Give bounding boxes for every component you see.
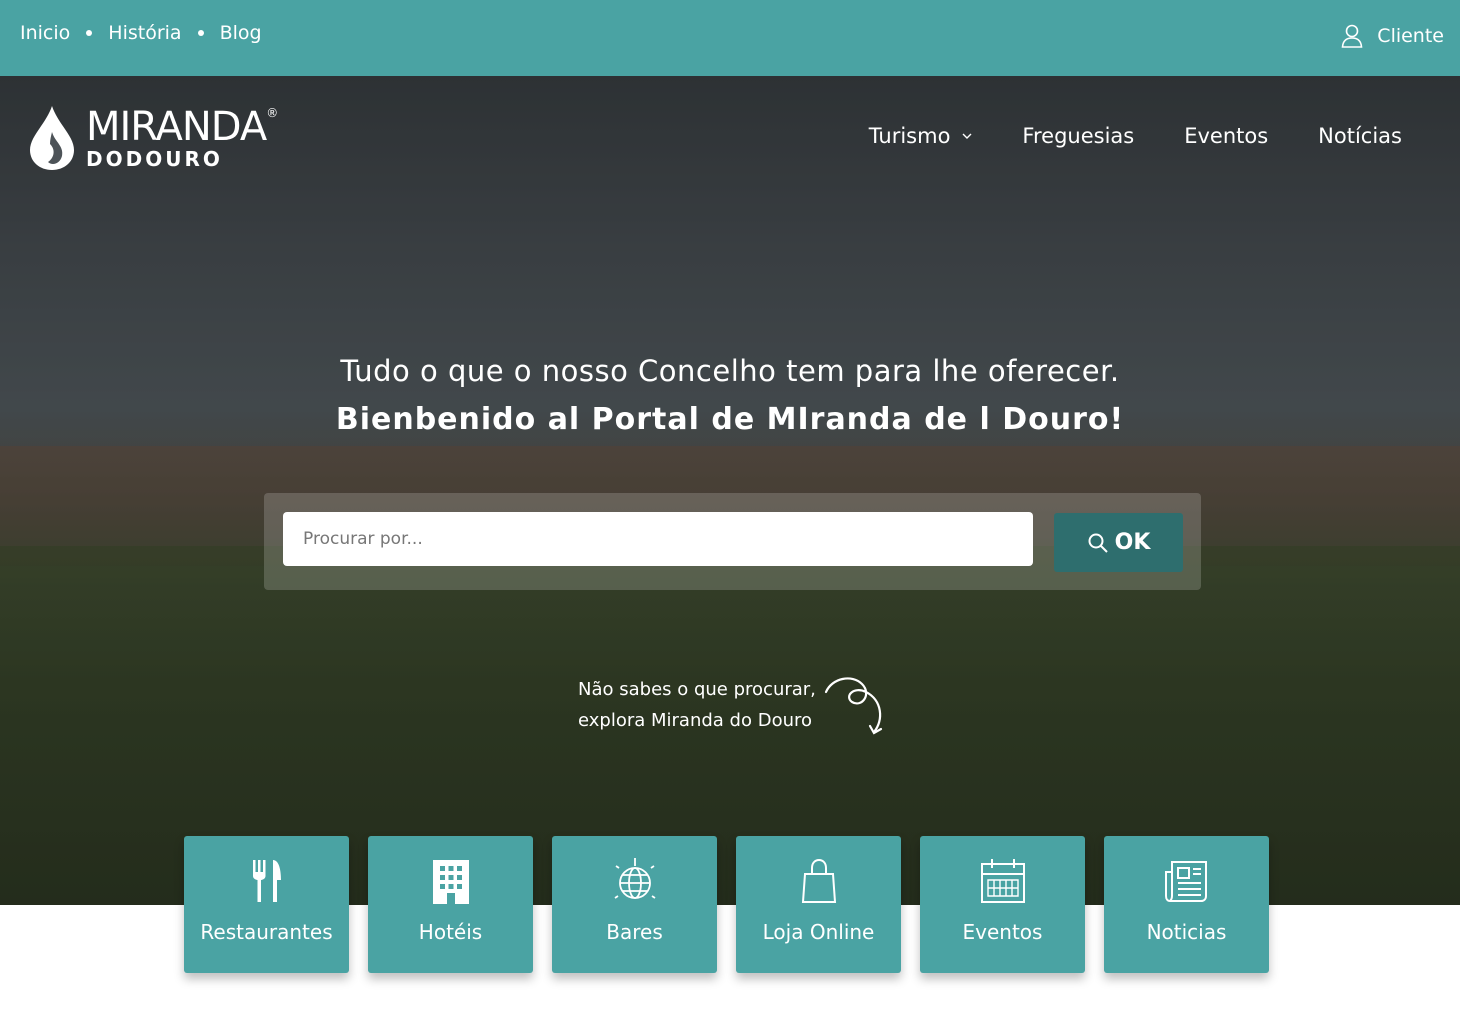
- flame-drop-icon: [30, 106, 74, 170]
- nav-item-turismo[interactable]: Turismo: [869, 124, 973, 148]
- search-button[interactable]: OK: [1054, 513, 1183, 572]
- hero-tagline: Tudo o que o nosso Concelho tem para lhe…: [340, 354, 1120, 388]
- search-button-label: OK: [1114, 530, 1151, 555]
- disco-ball-icon: [614, 858, 655, 899]
- card-hoteis[interactable]: Hotéis: [368, 836, 533, 973]
- card-label: Hotéis: [418, 920, 483, 944]
- nav-label: Eventos: [1184, 124, 1269, 148]
- top-link-inicio[interactable]: Inicio: [20, 22, 70, 44]
- nav-label: Freguesias: [1022, 124, 1135, 148]
- logo-text: MIRANDA® DODOURO: [86, 104, 278, 171]
- card-restaurantes[interactable]: Restaurantes: [184, 836, 349, 973]
- top-link-blog[interactable]: Blog: [220, 22, 262, 44]
- card-label: Eventos: [962, 920, 1043, 944]
- card-loja-online[interactable]: Loja Online: [736, 836, 901, 973]
- newspaper-icon: [1164, 861, 1207, 902]
- explore-line1: Não sabes o que procurar,: [578, 679, 816, 700]
- client-link[interactable]: Cliente: [1341, 24, 1444, 48]
- top-nav: Inicio História Blog: [20, 22, 262, 44]
- nav-label: Notícias: [1318, 124, 1402, 148]
- nav-item-noticias[interactable]: Notícias: [1318, 124, 1402, 148]
- shopping-bag-icon: [801, 858, 836, 903]
- logo-line2: DODOURO: [86, 147, 223, 171]
- nav-item-freguesias[interactable]: Freguesias: [1022, 124, 1134, 148]
- calendar-icon: [980, 859, 1025, 903]
- main-nav: Turismo Freguesias Eventos Notícias: [819, 124, 1402, 148]
- card-eventos[interactable]: Eventos: [920, 836, 1085, 973]
- top-link-historia[interactable]: História: [108, 22, 181, 44]
- logo-line1: MIRANDA: [86, 104, 267, 150]
- card-label: Noticias: [1146, 920, 1227, 944]
- card-label: Restaurantes: [200, 920, 333, 944]
- search-icon: [1088, 533, 1108, 553]
- separator-dot: [86, 30, 93, 36]
- swirl-arrow-icon: [824, 677, 883, 735]
- nav-item-eventos[interactable]: Eventos: [1184, 124, 1268, 148]
- card-label: Loja Online: [762, 920, 875, 944]
- search-input[interactable]: [283, 512, 1033, 566]
- client-label: Cliente: [1377, 25, 1444, 47]
- nav-label: Turismo: [868, 124, 951, 148]
- registered-mark: ®: [266, 106, 278, 120]
- category-cards: Restaurantes Hotéis Bares Loja Online Ev…: [184, 836, 1269, 973]
- explore-line2: explora Miranda do Douro: [578, 710, 813, 731]
- building-icon: [432, 860, 469, 904]
- hero-section: MIRANDA® DODOURO Turismo Freguesias Even…: [0, 76, 1460, 905]
- card-label: Bares: [606, 920, 663, 944]
- site-logo[interactable]: MIRANDA® DODOURO: [28, 104, 278, 172]
- chevron-down-icon: [962, 133, 972, 139]
- hero-headline: Tudo o que o nosso Concelho tem para lhe…: [0, 354, 1460, 437]
- fork-knife-icon: [252, 860, 281, 902]
- top-bar: Inicio História Blog Cliente: [0, 0, 1460, 76]
- card-noticias[interactable]: Noticias: [1104, 836, 1269, 973]
- search-panel: OK: [264, 493, 1201, 590]
- separator-dot: [197, 30, 204, 36]
- card-bares[interactable]: Bares: [552, 836, 717, 973]
- user-icon: [1341, 24, 1363, 48]
- explore-hint: Não sabes o que procurar, explora Mirand…: [578, 674, 816, 736]
- hero-overlay: [0, 76, 1460, 905]
- hero-welcome: Bienbenido al Portal de MIranda de l Dou…: [335, 402, 1125, 437]
